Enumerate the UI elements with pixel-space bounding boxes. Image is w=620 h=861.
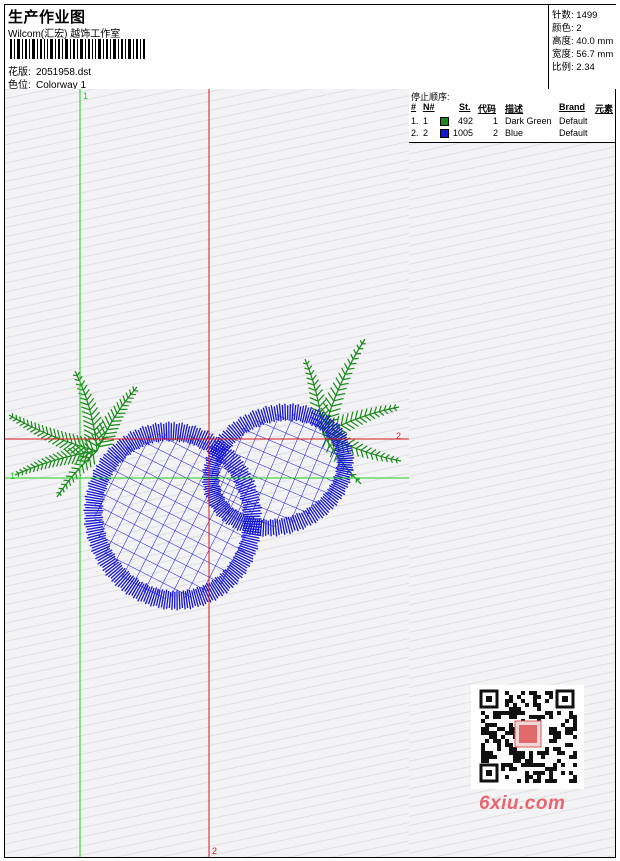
- row-n: 1: [423, 116, 429, 126]
- row-index: 2.: [411, 128, 419, 138]
- stat-stitches: 针数: 1499: [552, 7, 597, 21]
- design-canvas: 1 1 2 2: [5, 89, 410, 857]
- stat-width: 宽度: 56.7 mm: [552, 46, 613, 60]
- stat-scale-value: 2.34: [576, 62, 595, 73]
- site-watermark: 6xiu.com: [479, 793, 566, 814]
- design-stats: 针数: 1499 颜色: 2 高度: 40.0 mm 宽度: 56.7 mm 比…: [548, 5, 616, 89]
- stat-scale: 比例: 2.34: [552, 59, 595, 73]
- embroidery-preview: [5, 89, 409, 857]
- production-worksheet: 生产作业图 Wilcom(汇宏) 越饰工作室 花版: 2051958.dst 色…: [4, 4, 616, 858]
- row-description: Dark Green: [505, 116, 552, 126]
- stat-colors: 颜色: 2: [552, 20, 582, 34]
- col-header-brand: Brand: [559, 102, 586, 112]
- col-header-n: N#: [423, 102, 435, 112]
- col-header-stitches: St.: [459, 102, 471, 112]
- barcode-image: [10, 39, 145, 59]
- row-description: Blue: [505, 128, 524, 138]
- thread-color-swatch: [440, 117, 449, 126]
- stat-scale-label: 比例:: [552, 62, 574, 73]
- row-brand: Default: [559, 116, 588, 126]
- green-guide-left-marker: 1: [10, 471, 16, 481]
- row-brand: Default: [559, 128, 588, 138]
- row-stitches: 1005: [453, 128, 474, 138]
- col-header-element: 元素: [595, 104, 614, 114]
- stop-sequence-table: 停止顺序: # N# St. 代码 描述 Brand 元素 1. 1 492 1…: [409, 89, 615, 143]
- red-guide-right-marker: 2: [396, 431, 402, 441]
- thread-color-swatch: [440, 129, 449, 138]
- row-code: 2: [493, 128, 499, 138]
- row-n: 2: [423, 128, 429, 138]
- worksheet-header: 生产作业图 Wilcom(汇宏) 越饰工作室 花版: 2051958.dst 色…: [5, 5, 616, 91]
- col-header-description: 描述: [505, 104, 524, 114]
- col-header-code: 代码: [478, 104, 497, 114]
- row-stitches: 492: [458, 116, 474, 126]
- stat-height: 高度: 40.0 mm: [552, 33, 613, 47]
- qr-code: [471, 685, 584, 789]
- table-row: 2. 2 1005 2 Blue Default: [409, 128, 615, 140]
- row-index: 1.: [411, 116, 419, 126]
- col-header-index: #: [411, 102, 417, 112]
- table-row: 1. 1 492 1 Dark Green Default: [409, 116, 615, 128]
- row-code: 1: [493, 116, 499, 126]
- page-title: 生产作业图: [8, 9, 86, 26]
- red-guide-bottom-marker: 2: [212, 846, 218, 856]
- studio-name: Wilcom(汇宏) 越饰工作室: [8, 29, 121, 40]
- green-guide-top-marker: 1: [83, 91, 89, 101]
